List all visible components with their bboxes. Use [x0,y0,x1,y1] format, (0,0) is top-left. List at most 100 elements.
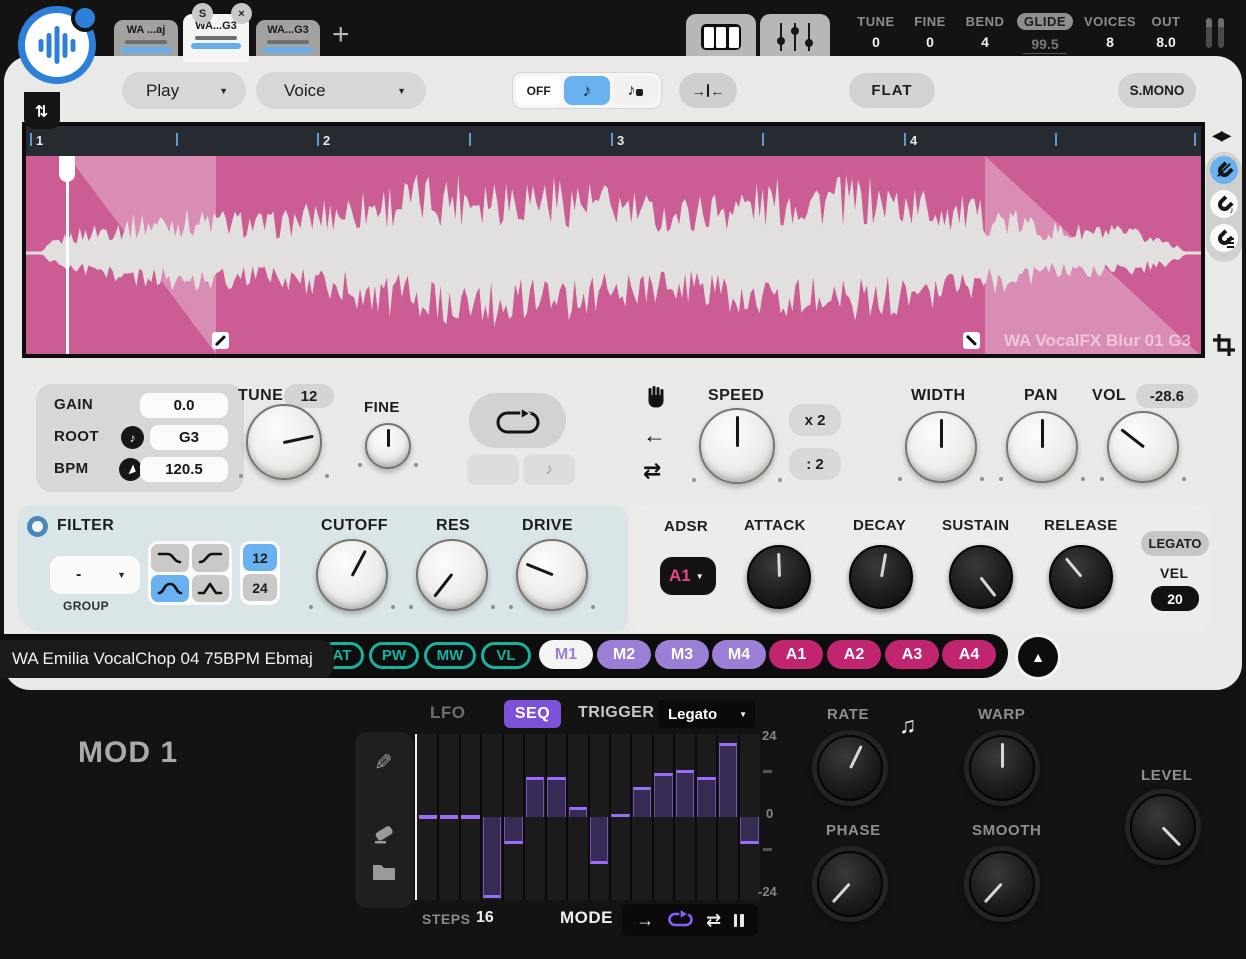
seq-step-bar[interactable] [483,817,501,898]
slope-12-button[interactable]: 12 [243,544,277,571]
speed-double-button[interactable]: x 2 [789,404,841,436]
seq-step-bar[interactable] [526,777,544,818]
adsr-badge-a3[interactable]: A3 [885,640,939,669]
loop-mode-button[interactable] [469,393,566,448]
bandpass-filter-icon[interactable] [151,575,189,603]
gain-field[interactable]: 0.0 [140,393,228,418]
eraser-icon[interactable] [372,824,396,851]
highpass-filter-icon[interactable] [192,544,230,572]
rate-sync-note-icon[interactable]: ♫ [899,712,916,739]
crop-icon[interactable] [1212,333,1236,362]
step-sequencer-graph[interactable] [415,734,760,900]
seq-step-bar[interactable] [547,777,565,818]
param-value[interactable]: 8.0 [1142,34,1190,50]
pingpong-direction-icon[interactable]: ⇄ [643,458,661,484]
header-param-out[interactable]: OUT 8.0 [1142,14,1190,50]
filter-enable-toggle[interactable] [27,516,48,537]
phase-knob[interactable] [817,851,883,917]
adsr-slot-dropdown[interactable]: A1 ▼ [660,557,716,595]
seq-step-bar[interactable] [697,777,715,818]
legato-button[interactable]: LEGATO [1141,531,1209,556]
seq-step-bar[interactable] [590,817,608,864]
flat-button[interactable]: FLAT [849,73,935,108]
seq-step-bar[interactable] [719,743,737,817]
mode-loop-icon-active[interactable] [667,909,694,932]
loop-sync-empty-button[interactable] [467,454,519,485]
tab-seq-active[interactable]: SEQ [504,700,561,728]
seq-step-bar[interactable] [461,815,479,819]
adsr-badge-a4[interactable]: A4 [942,640,996,669]
seq-step-bar[interactable] [440,815,458,819]
res-knob[interactable] [416,539,488,611]
waveform-display[interactable]: 1 2 3 4 WA VocalFX Blur 01 G3 [22,122,1205,358]
root-note-field[interactable]: G3 [150,425,228,450]
steps-value[interactable]: 16 [476,909,494,927]
seq-step-bar[interactable] [504,817,522,844]
attack-knob[interactable] [747,545,811,609]
notch-filter-icon[interactable] [192,575,230,603]
seq-step-bar[interactable] [419,815,437,819]
width-knob[interactable] [905,411,977,483]
header-param-fine[interactable]: FINE 0 [906,14,954,50]
add-tab-button[interactable]: + [332,18,350,52]
adsr-badge-a2[interactable]: A2 [827,640,881,669]
rate-knob[interactable] [817,735,883,801]
mod-badge-m3[interactable]: M3 [655,640,709,669]
playhead-handle[interactable] [59,156,75,182]
vol-value-badge[interactable]: -28.6 [1136,384,1198,408]
param-value[interactable]: 0 [906,34,954,50]
lowpass-filter-icon[interactable] [151,544,189,572]
release-knob[interactable] [1049,545,1113,609]
param-value[interactable]: 0 [848,34,904,50]
mod-badge-m2[interactable]: M2 [597,640,651,669]
waveform-body[interactable]: WA VocalFX Blur 01 G3 [26,156,1201,354]
playhead-line[interactable] [66,156,69,354]
snap-to-transient-button[interactable]: →← [679,73,737,108]
speed-knob[interactable] [699,408,775,484]
drive-knob[interactable] [516,539,588,611]
tab-lfo[interactable]: LFO [430,703,466,723]
vol-knob[interactable] [1107,411,1179,483]
hand-drag-icon[interactable] [646,386,666,413]
sync-note-button[interactable]: ♪ [564,76,609,105]
adsr-badge-a1[interactable]: A1 [769,640,823,669]
warp-knob[interactable] [969,735,1035,801]
header-param-glide[interactable]: GLIDE 99.5 [1014,13,1076,54]
seq-step-bar[interactable] [611,814,629,817]
decay-knob[interactable] [849,545,913,609]
source-badge-mw[interactable]: MW [424,642,476,669]
pan-knob[interactable] [1006,411,1078,483]
bpm-field[interactable]: 120.5 [140,457,228,482]
filter-group-dropdown[interactable]: - ▼ [50,556,140,594]
waveform-ruler[interactable]: 1 2 3 4 [26,126,1201,156]
metronome-icon[interactable]: ◢ [119,458,142,481]
loop-sync-note-button[interactable]: ♪ [523,454,575,485]
smooth-knob[interactable] [969,851,1035,917]
snap-off-button[interactable] [1210,156,1238,184]
expand-panel-button[interactable]: ▲ [1018,637,1058,677]
fade-in-handle[interactable] [212,332,229,349]
header-param-tune[interactable]: TUNE 0 [848,14,904,50]
seq-step-bar[interactable] [569,807,587,817]
trigger-dropdown[interactable]: Legato ▼ [658,700,755,728]
sync-off-button[interactable]: OFF [516,76,561,105]
speed-half-button[interactable]: : 2 [789,448,841,480]
source-badge-pw[interactable]: PW [369,642,419,669]
seq-step-bar[interactable] [676,770,694,817]
sustain-knob[interactable] [949,545,1013,609]
level-knob[interactable] [1130,794,1196,860]
pencil-icon[interactable]: ✎ [374,750,392,776]
preset-tab-3[interactable]: WA...G3 [256,20,320,60]
folder-icon[interactable] [371,862,397,887]
treble-clef-icon[interactable]: ♪ [121,426,144,449]
seq-step-bar[interactable] [654,773,672,817]
tune-knob[interactable] [246,404,322,480]
keyboard-view-button[interactable] [686,14,756,60]
tab-close-icon[interactable]: × [231,3,252,24]
snap-note-button[interactable]: ♪ [1210,190,1238,218]
voice-mode-dropdown[interactable]: Voice ▼ [256,72,426,109]
resize-grip-icon[interactable] [1206,18,1224,48]
fade-out-handle[interactable] [963,332,980,349]
param-value[interactable]: 8 [1080,34,1140,50]
smono-button[interactable]: S.MONO [1118,73,1196,108]
